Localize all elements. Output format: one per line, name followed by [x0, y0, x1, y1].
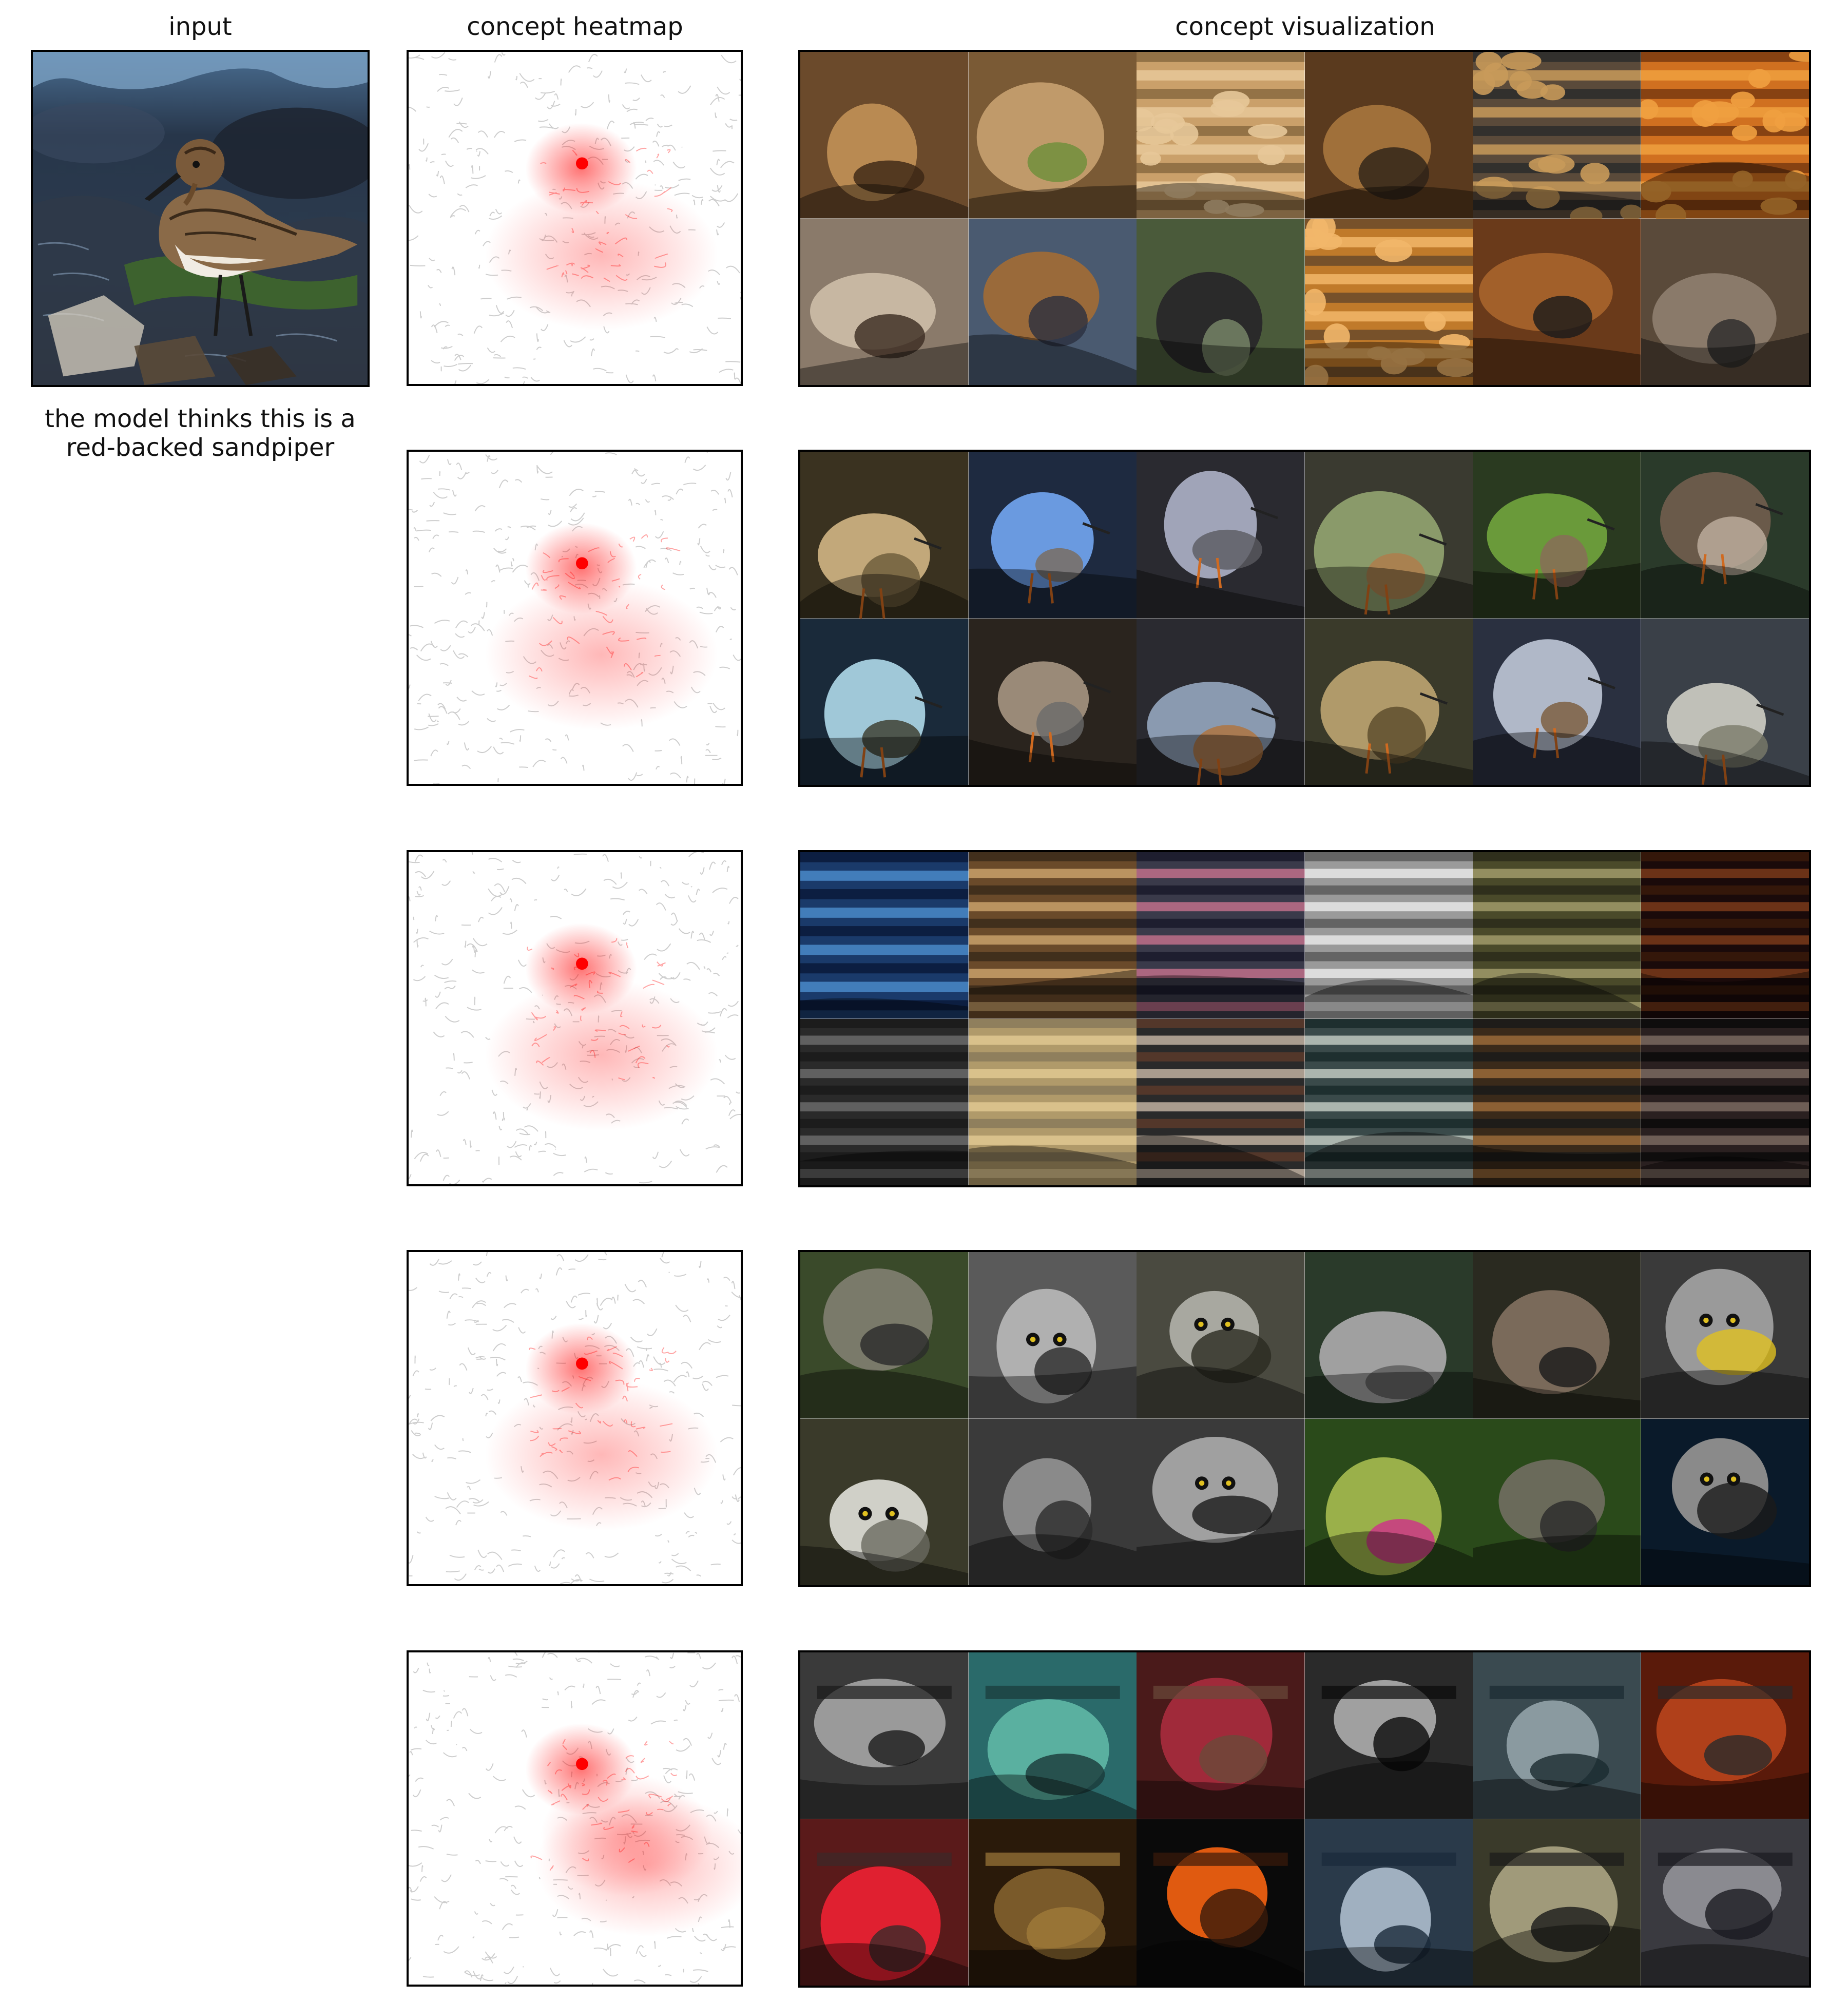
visualization-tile-pastry [1304, 218, 1473, 385]
concept-visualization-grid-2 [798, 450, 1811, 787]
visualization-tile-dog [968, 52, 1137, 219]
concept-heatmap-3 [407, 850, 743, 1186]
visualization-tile-pot [1641, 1819, 1809, 1986]
visualization-tile-stripes [800, 1018, 969, 1185]
visualization-tile-pastry [1641, 52, 1809, 219]
visualization-tile-shorebird [1641, 618, 1809, 785]
concept-heatmap-2 [407, 450, 743, 786]
visualization-tile-stripes [1137, 1018, 1305, 1185]
visualization-tile-shorebird [1641, 452, 1809, 619]
visualization-tile-dog [1304, 52, 1473, 219]
visualization-tile-stripes [1304, 852, 1473, 1019]
visualization-tile-dog [968, 218, 1137, 385]
heatmap-peak-marker [575, 157, 588, 170]
visualization-tile-shorebird [1304, 618, 1473, 785]
visualization-tile-shorebird [800, 618, 969, 785]
concept-visualization-grid-3 [798, 850, 1811, 1187]
prediction-caption: the model thinks this is a red-backed sa… [45, 405, 356, 462]
visualization-tile-owl [800, 1418, 969, 1585]
heatmap-peak-marker [575, 1758, 588, 1770]
heatmap-graphic [409, 1652, 741, 1985]
visualization-tile-shorebird [968, 452, 1137, 619]
heatmap-peak-marker [575, 1357, 588, 1370]
visualization-tile-wolfhound [1304, 1252, 1473, 1419]
visualization-tile-stripes [1473, 1018, 1641, 1185]
visualization-tile-shorebird [968, 618, 1137, 785]
heatmap-column-title: concept heatmap [467, 12, 683, 41]
visualization-tile-shorebird [1137, 618, 1305, 785]
visualization-column-title: concept visualization [1175, 12, 1435, 41]
input-column-title: input [168, 12, 232, 41]
visualization-tile-wolfhound [800, 1252, 969, 1419]
visualization-tile-stripes [1473, 852, 1641, 1019]
concept-visualization-grid-5 [798, 1650, 1811, 1988]
visualization-tile-shorebird [1473, 618, 1641, 785]
visualization-tile-shorebird [1137, 452, 1305, 619]
visualization-tile-pot [1137, 1819, 1305, 1986]
visualization-tile-owl [968, 1252, 1137, 1419]
visualization-tile-pot [800, 1819, 969, 1986]
input-image [31, 50, 370, 387]
heatmap-graphic [409, 852, 741, 1184]
visualization-tile-dog [1641, 218, 1809, 385]
visualization-tile-owl [1137, 1252, 1305, 1419]
visualization-tile-dog [800, 218, 969, 385]
visualization-tile-pot [968, 1819, 1137, 1986]
visualization-tile-dog [1473, 218, 1641, 385]
visualization-tile-stove [968, 1652, 1137, 1819]
visualization-tile-pot [800, 1652, 969, 1819]
sandpiper-photo [33, 52, 368, 385]
visualization-tile-owl [1137, 1418, 1305, 1585]
visualization-tile-owl [1641, 1252, 1809, 1419]
visualization-tile-shorebird [800, 452, 969, 619]
heatmap-peak-marker [575, 557, 588, 570]
visualization-tile-dog [1137, 218, 1305, 385]
visualization-tile-stripes [1304, 1018, 1473, 1185]
concept-visualization-grid-4 [798, 1250, 1811, 1587]
visualization-tile-wolfhound [1304, 1418, 1473, 1585]
visualization-tile-stove [1473, 1652, 1641, 1819]
visualization-tile-pot [1473, 1819, 1641, 1986]
concept-visualization-grid-1 [798, 50, 1811, 387]
visualization-tile-stripes [968, 852, 1137, 1019]
visualization-tile-stripes [1641, 852, 1809, 1019]
concept-heatmap-4 [407, 1250, 743, 1586]
concept-heatmap-5 [407, 1650, 743, 1987]
visualization-tile-pot [1137, 1652, 1305, 1819]
visualization-tile-shorebird [1473, 452, 1641, 619]
heatmap-graphic [409, 1252, 741, 1584]
heatmap-graphic [409, 52, 741, 384]
visualization-tile-wolfhound [1473, 1252, 1641, 1419]
visualization-tile-stripes [1137, 852, 1305, 1019]
visualization-tile-stripes [800, 852, 969, 1019]
visualization-tile-pot [1304, 1819, 1473, 1986]
visualization-tile-bakery [1473, 52, 1641, 219]
visualization-tile-wolfhound [1473, 1418, 1641, 1585]
visualization-tile-owl [1641, 1418, 1809, 1585]
heatmap-peak-marker [575, 957, 588, 970]
visualization-tile-stove [1304, 1652, 1473, 1819]
visualization-tile-dog [800, 52, 969, 219]
visualization-tile-wolfhound [968, 1418, 1137, 1585]
visualization-tile-stripes [1641, 1018, 1809, 1185]
visualization-tile-shorebird [1304, 452, 1473, 619]
visualization-tile-bread [1137, 52, 1305, 219]
heatmap-graphic [409, 452, 741, 784]
visualization-tile-pot [1641, 1652, 1809, 1819]
visualization-tile-stripes [968, 1018, 1137, 1185]
concept-heatmap-1 [407, 50, 743, 386]
